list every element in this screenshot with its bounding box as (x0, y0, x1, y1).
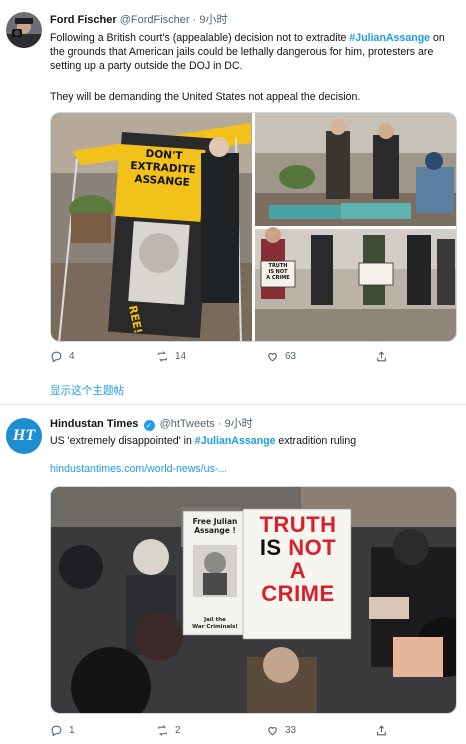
retweet-count: 14 (175, 351, 187, 362)
header-separator: · (217, 418, 222, 430)
reply-button[interactable]: 4 (50, 350, 75, 363)
reply-icon (51, 351, 62, 363)
retweet-count: 2 (175, 725, 181, 736)
like-icon (268, 727, 277, 736)
retweet-icon (158, 725, 167, 736)
big-sign-line: IS NOT (247, 536, 349, 559)
protest-photos (51, 113, 456, 341)
author-name[interactable]: Ford Fischer (50, 14, 117, 26)
small-sign-bottom-text: Jail the War Criminals! (185, 617, 245, 630)
like-count: 63 (285, 351, 297, 362)
small-sign-line: Assange ! (194, 526, 236, 535)
share-button[interactable] (375, 724, 388, 737)
tweet-header: Ford Fischer @FordFischer · 9小时 (50, 14, 227, 27)
article-link[interactable]: hindustantimes.com/world-news/us-... (50, 462, 460, 476)
big-sign-line: TRUTH (259, 512, 337, 537)
big-sign-text: TRUTH IS NOT A CRIME (247, 513, 349, 605)
reply-count: 1 (69, 725, 75, 736)
tweet-text: US 'extremely disappointed' in #JulianAs… (50, 434, 460, 448)
banner-text: DON'T EXTRADITE ASSANGE (120, 146, 207, 191)
tweet-text-part: Following a British court's (appealable)… (50, 32, 347, 44)
tweet-text-part: US 'extremely disappointed' in (50, 435, 192, 447)
tweet-media-grid[interactable]: DON'T EXTRADITE ASSANGE REE! TRUTH IS NO… (50, 112, 457, 342)
tweet-photo[interactable]: Free Julian Assange ! Jail the War Crimi… (50, 486, 457, 714)
verified-icon: ✓ (143, 420, 155, 431)
like-count: 33 (285, 725, 297, 736)
header-separator: · (192, 14, 197, 26)
hashtag-link[interactable]: #JulianAssange (195, 435, 276, 447)
avatar[interactable] (6, 12, 42, 48)
small-sign-line: War Criminals! (192, 623, 238, 630)
big-sign-word: NOT (288, 535, 337, 560)
tweet-text-part: extradition ruling (278, 435, 357, 447)
retweet-button[interactable]: 2 (156, 724, 181, 737)
retweet-button[interactable]: 14 (156, 350, 186, 363)
tweet-text-second-paragraph: They will be demanding the United States… (50, 91, 361, 103)
big-sign-word: IS (259, 535, 282, 560)
author-handle[interactable]: @htTweets (160, 418, 215, 430)
big-sign-line: CRIME (261, 581, 335, 606)
small-sign-text: TRUTH IS NOT A CRIME (262, 263, 294, 281)
small-sign-line: Free Julian (192, 517, 238, 526)
show-thread-link[interactable]: 显示这个主题帖 (50, 383, 124, 398)
tweet-actions: 4 14 63 (50, 350, 450, 366)
author-handle[interactable]: @FordFischer (120, 14, 190, 26)
ht-logo-text: HT (12, 427, 36, 444)
tweet-ford-fischer[interactable]: Ford Fischer @FordFischer · 9小时 Followin… (0, 0, 466, 404)
share-icon (377, 351, 386, 362)
reply-count: 4 (69, 351, 75, 362)
tweet-time[interactable]: 9小时 (225, 418, 253, 430)
tweet-text: Following a British court's (appealable)… (50, 31, 460, 73)
reply-button[interactable]: 1 (50, 724, 75, 737)
author-name[interactable]: Hindustan Times (50, 418, 138, 430)
like-icon (268, 353, 277, 362)
share-button[interactable] (375, 350, 388, 363)
big-sign-line: A (289, 558, 307, 583)
tweet-header: Hindustan Times ✓ @htTweets · 9小时 (50, 418, 253, 431)
small-sign-line: A CRIME (266, 275, 290, 281)
reply-icon (51, 725, 62, 737)
tweet-hindustan-times[interactable]: HT Hindustan Times ✓ @htTweets · 9小时 US … (0, 404, 466, 744)
tweet-actions: 1 2 33 (50, 724, 450, 740)
share-icon (377, 725, 386, 736)
hashtag-link[interactable]: #JulianAssange (349, 32, 430, 44)
small-sign-text: Free Julian Assange ! (185, 517, 245, 535)
tweet-time[interactable]: 9小时 (199, 14, 227, 26)
avatar-photo (6, 12, 42, 48)
retweet-icon (158, 351, 167, 362)
like-button[interactable]: 63 (266, 350, 296, 363)
like-button[interactable]: 33 (266, 724, 296, 737)
avatar[interactable]: HT (6, 418, 42, 454)
